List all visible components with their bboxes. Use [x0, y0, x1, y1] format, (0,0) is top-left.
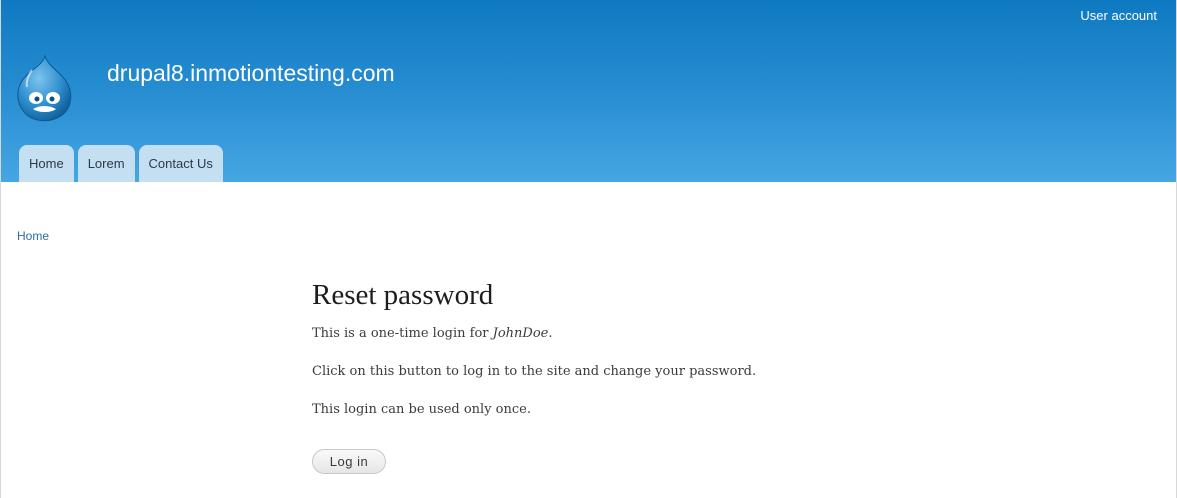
site-header: User account drupal8.inmotiontesting.com… — [1, 0, 1176, 182]
page-title: Reset password — [312, 279, 494, 311]
main-nav: Home Lorem Contact Us — [19, 145, 223, 182]
nav-tab-lorem[interactable]: Lorem — [77, 145, 135, 182]
drupal-drop-icon[interactable] — [14, 54, 76, 122]
site-name-link[interactable]: drupal8.inmotiontesting.com — [107, 60, 395, 87]
page: User account drupal8.inmotiontesting.com… — [0, 0, 1177, 498]
nav-tab-home[interactable]: Home — [19, 145, 74, 182]
user-account-link[interactable]: User account — [1080, 8, 1157, 23]
instruction-text: Click on this button to log in to the si… — [312, 364, 757, 379]
single-use-text: This login can be used only once. — [312, 402, 531, 417]
username: JohnDoe — [492, 326, 549, 341]
one-time-login-prefix: This is a one-time login for — [312, 326, 493, 341]
one-time-login-suffix: . — [548, 326, 553, 341]
nav-tab-contact-us[interactable]: Contact Us — [138, 145, 223, 182]
main-content: Reset password This is a one-time login … — [312, 278, 912, 474]
breadcrumb-home[interactable]: Home — [17, 229, 49, 243]
one-time-login-text: This is a one-time login for JohnDoe. — [312, 325, 553, 343]
log-in-button[interactable]: Log in — [312, 449, 386, 474]
